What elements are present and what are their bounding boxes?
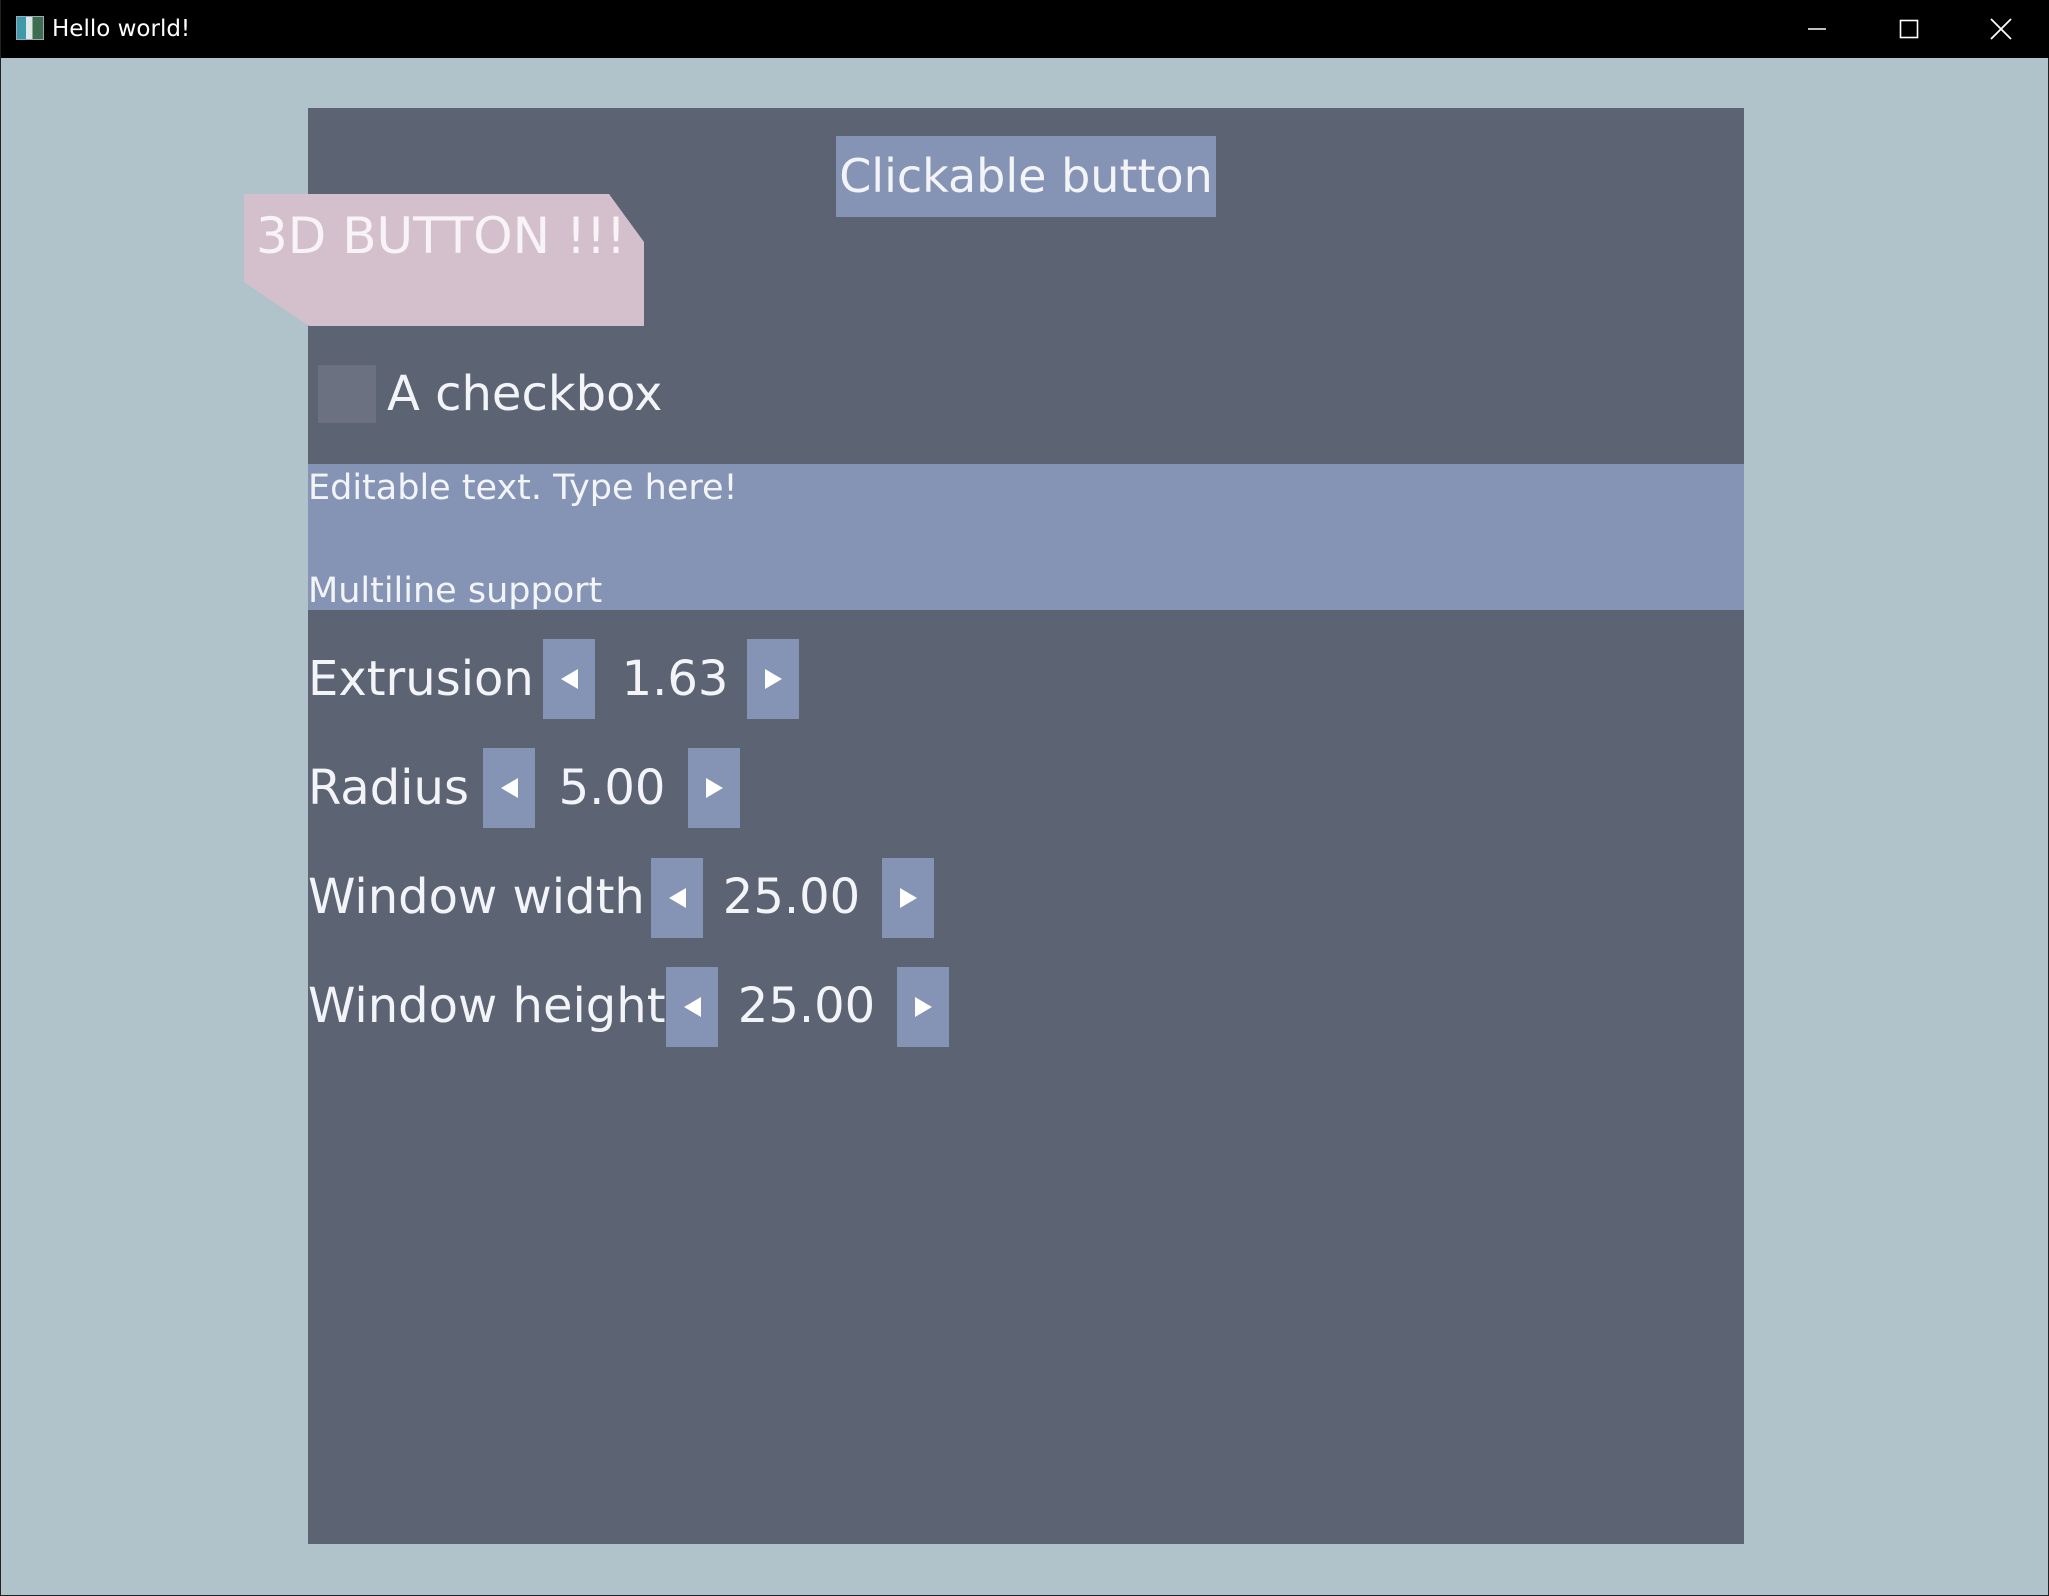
- minimize-icon: [1808, 28, 1826, 30]
- extrusion-value: 1.63: [621, 651, 729, 707]
- radius-value: 5.00: [558, 760, 666, 816]
- window-title: Hello world!: [52, 16, 191, 42]
- window-width-label: Window width: [308, 869, 645, 925]
- arrow-left-icon: [668, 888, 686, 908]
- arrow-left-icon: [560, 669, 578, 689]
- app-window: Hello world! Clickable button 3D BUTTON …: [0, 0, 2049, 1596]
- maximize-icon: [1899, 19, 1919, 39]
- window-height-value: 25.00: [737, 978, 876, 1034]
- radius-label: Radius: [308, 760, 469, 816]
- editable-text-line[interactable]: Editable text. Type here!: [308, 467, 738, 509]
- extrusion-increment-button[interactable]: [747, 639, 799, 719]
- window-height-label: Window height: [308, 978, 666, 1034]
- arrow-right-icon: [899, 888, 917, 908]
- clickable-button[interactable]: Clickable button: [836, 136, 1216, 217]
- window-width-value: 25.00: [722, 869, 861, 925]
- minimize-button[interactable]: [1771, 0, 1863, 58]
- app-icon: [16, 16, 44, 40]
- checkbox-label[interactable]: A checkbox: [387, 363, 662, 425]
- title-bar: Hello world!: [1, 0, 2049, 58]
- arrow-right-icon: [705, 778, 723, 798]
- window-width-decrement-button[interactable]: [651, 858, 703, 938]
- arrow-left-icon: [683, 997, 701, 1017]
- arrow-right-icon: [914, 997, 932, 1017]
- checkbox[interactable]: [318, 365, 376, 423]
- radius-decrement-button[interactable]: [483, 748, 535, 828]
- close-button[interactable]: [1955, 0, 2047, 58]
- editable-text-line[interactable]: Multiline support: [308, 570, 602, 612]
- window-width-increment-button[interactable]: [882, 858, 934, 938]
- window-height-decrement-button[interactable]: [666, 967, 718, 1047]
- arrow-left-icon: [500, 778, 518, 798]
- close-icon: [1990, 18, 2012, 40]
- window-height-increment-button[interactable]: [897, 967, 949, 1047]
- maximize-button[interactable]: [1863, 0, 1955, 58]
- arrow-right-icon: [764, 669, 782, 689]
- 3d-button-label[interactable]: 3D BUTTON !!!: [256, 206, 626, 266]
- extrusion-decrement-button[interactable]: [543, 639, 595, 719]
- radius-increment-button[interactable]: [688, 748, 740, 828]
- extrusion-label: Extrusion: [308, 651, 534, 707]
